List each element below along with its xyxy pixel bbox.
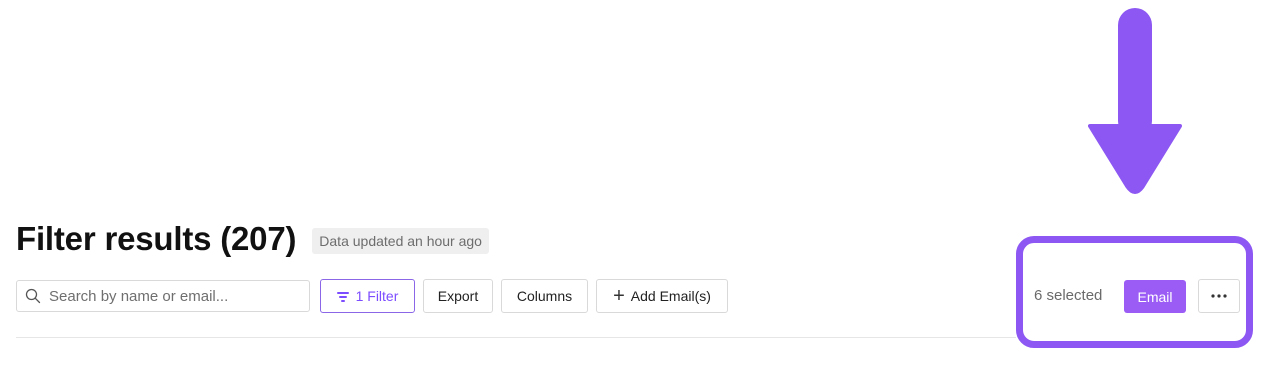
export-button[interactable]: Export [423, 279, 493, 313]
search-icon [25, 288, 41, 304]
data-updated-badge: Data updated an hour ago [312, 228, 489, 254]
page: Filter results (207) Data updated an hou… [0, 0, 1280, 376]
email-button[interactable]: Email [1124, 280, 1186, 313]
more-options-button[interactable] [1198, 279, 1240, 313]
add-email-button-label: Add Email(s) [630, 288, 711, 304]
down-arrow-annotation-icon [1088, 8, 1182, 196]
page-title: Filter results (207) [16, 220, 297, 257]
filter-button[interactable]: 1 Filter [320, 279, 415, 313]
more-horizontal-icon [1211, 294, 1227, 298]
divider [16, 337, 1016, 338]
page-header: Filter results (207) Data updated an hou… [16, 220, 489, 258]
search-input[interactable] [47, 286, 301, 306]
search-box[interactable] [16, 280, 310, 312]
columns-button[interactable]: Columns [501, 279, 588, 313]
add-email-button[interactable]: + Add Email(s) [596, 279, 728, 313]
selected-count: 6 selected [1034, 287, 1103, 304]
filter-icon [336, 290, 349, 302]
filter-button-label: 1 Filter [355, 288, 399, 304]
toolbar: 1 Filter Export Columns + Add Email(s) [16, 279, 736, 313]
plus-icon: + [613, 285, 625, 307]
